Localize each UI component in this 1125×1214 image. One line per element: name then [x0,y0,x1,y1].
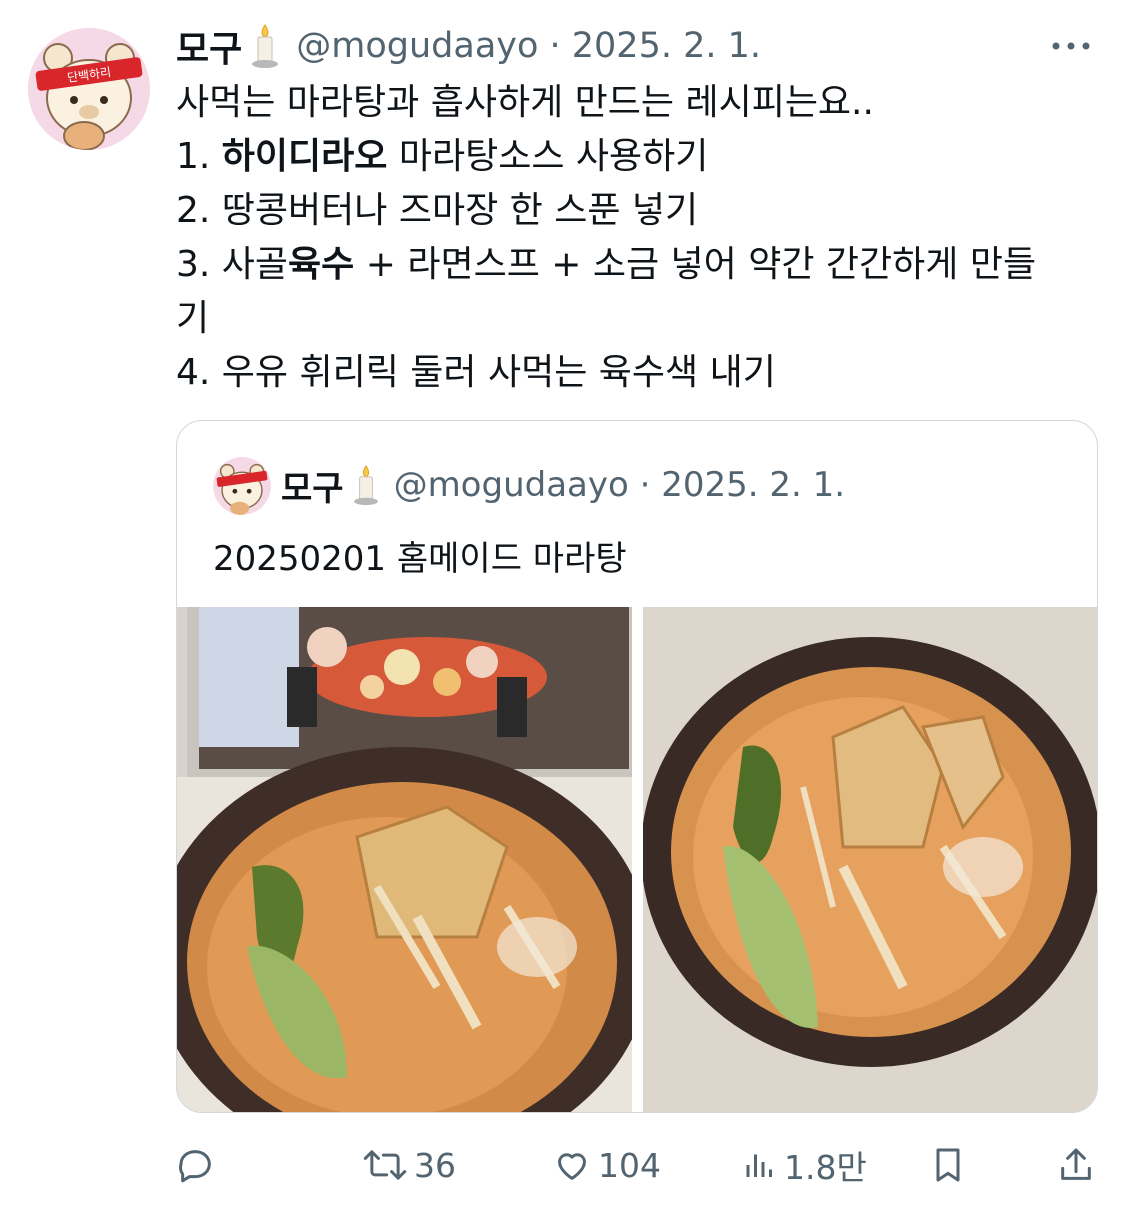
author-name[interactable]: 모구 [176,20,242,72]
candle-emoji-icon [352,464,380,506]
tweet-line: 사먹는 마라탕과 흡사하게 만드는 레시피는요.. [176,82,874,123]
bookmark-icon [936,1148,960,1182]
quoted-photo-2[interactable] [643,607,1097,1112]
views-button[interactable]: 1.8만 [742,1140,867,1190]
retweet-icon [363,1150,407,1180]
share-icon [1061,1148,1091,1180]
tweet-line: 3. 사골육수 + 라면스프 + 소금 넣어 약간 간간하게 만들 [176,244,1037,285]
bookmark-button[interactable] [928,1140,968,1190]
candle-emoji-icon [250,23,280,69]
tweet-line: 4. 우유 휘리릭 둘러 사먹는 육수색 내기 [176,352,776,393]
tweet-line: 기 [176,298,210,339]
quoted-tweet-text: 20250201 홈메이드 마라탕 [213,539,627,579]
quoted-author-handle-date: @mogudaayo · 2025. 2. 1. [393,465,846,505]
share-button[interactable] [1056,1140,1096,1190]
reply-button[interactable] [176,1140,222,1190]
reply-icon [179,1150,211,1183]
more-dots-icon[interactable] [1046,30,1096,60]
tweet-header: 모구 @mogudaayo · 2025. 2. 1. [176,22,761,70]
retweet-button[interactable]: 36 [362,1140,456,1190]
author-avatar[interactable]: 단백하리 [28,28,150,150]
author-handle-date[interactable]: @mogudaayo · 2025. 2. 1. [296,26,761,66]
tweet-action-bar: 36 104 1.8만 [176,1140,1106,1190]
views-count: 1.8만 [784,1148,867,1187]
quoted-tweet-header: 모구 @mogudaayo · 2025. 2. 1. [281,457,845,513]
heart-icon [558,1153,586,1180]
quoted-photo-1[interactable] [177,607,632,1112]
tweet-line: 2. 땅콩버터나 즈마장 한 스푼 넣기 [176,190,699,231]
like-count: 104 [598,1145,661,1185]
quoted-tweet-card[interactable]: 모구 @mogudaayo · 2025. 2. 1. 20250201 홈메이… [176,420,1098,1113]
quoted-author-avatar [213,457,271,515]
retweet-count: 36 [414,1145,456,1185]
like-button[interactable]: 104 [552,1140,661,1190]
quoted-author-name: 모구 [281,468,344,509]
tweet-text: 사먹는 마라탕과 흡사하게 만드는 레시피는요.. 1. 하이디라오 마라탕소스… [176,76,1106,400]
views-chart-icon [746,1154,772,1177]
tweet-line: 1. 하이디라오 마라탕소스 사용하기 [176,136,709,177]
